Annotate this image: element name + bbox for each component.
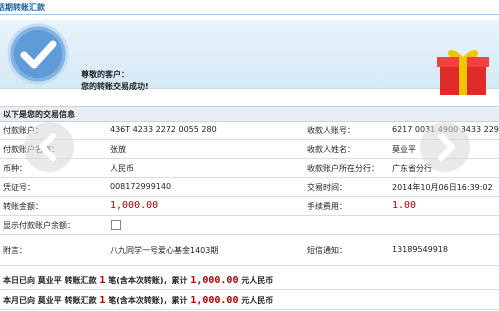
greeting-text: 尊敬的客户： (81, 70, 129, 79)
payer-name-value: 张放 (110, 145, 126, 154)
success-banner: 尊敬的客户： 您的转账交易成功! (0, 20, 499, 95)
currency-value: 人民币 (110, 164, 134, 173)
summary-month-count: 1 (99, 295, 106, 306)
chevron-left-icon (39, 133, 56, 161)
success-message: 您的转账交易成功! (81, 82, 149, 91)
next-button[interactable] (420, 122, 470, 172)
summary-month: 本月已向 莫业平 转账汇款 1 笔(含本次转账)，累计 1,000.00 元人民… (0, 291, 499, 310)
transfer-amount-label: 转账金额： (3, 202, 43, 211)
title-bar: 活期转账汇款 (0, 0, 499, 15)
summary-month-prefix: 本月已向 莫业平 转账汇款 (3, 296, 97, 305)
section-title: 以下是您的交易信息 (3, 110, 75, 119)
summary-today-amount: 1,000.00 (190, 275, 239, 286)
summary-today: 本日已向 莫业平 转账汇款 1 笔(含本次转账)，累计 1,000.00 元人民… (0, 271, 499, 290)
remark-value: 八九同学一号爱心基金1403期 (110, 246, 219, 255)
show-balance-label: 显示付款账户余额： (3, 221, 75, 230)
info-row-balance: 显示付款账户余额： (0, 216, 499, 235)
payee-branch-label: 收款账户所在分行： (307, 164, 379, 173)
voucher-label: 凭证号： (3, 183, 35, 192)
payee-name-value: 莫业平 (392, 145, 416, 154)
transaction-time-label: 交易时间： (307, 183, 347, 192)
summary-today-suffix: 元人民币 (241, 276, 274, 285)
page-title: 活期转账汇款 (0, 3, 45, 12)
info-row-amount: 转账金额： 1,000.00 手续费用： 1.00 (0, 197, 499, 216)
summary-month-text: 本月已向 莫业平 转账汇款 1 笔(含本次转账)，累计 1,000.00 元人民… (3, 295, 273, 306)
info-row-voucher: 凭证号： 008172999140 交易时间： 2014年10月06日16:39… (0, 178, 499, 197)
sms-label: 短信通知： (307, 246, 347, 255)
check-circle-icon (7, 23, 69, 85)
gift-box-icon (437, 50, 489, 95)
info-row-remark: 附言： 八九同学一号爱心基金1403期 短信通知： 13189549918 (0, 235, 499, 266)
sms-value: 13189549918 (392, 245, 448, 254)
fee-value: 1.00 (392, 200, 417, 211)
section-header: 以下是您的交易信息 (0, 106, 499, 122)
summary-today-text: 本日已向 莫业平 转账汇款 1 笔(含本次转账)，累计 1,000.00 元人民… (3, 275, 273, 286)
remark-label: 附言： (3, 246, 27, 255)
voucher-value: 008172999140 (110, 182, 172, 191)
summary-today-mid: 笔(含本次转账)，累计 (108, 276, 188, 285)
payer-account-value: 436T 4233 2272 0055 280 (110, 125, 217, 134)
show-balance-checkbox[interactable] (111, 220, 121, 230)
summary-today-count: 1 (99, 275, 106, 286)
chevron-right-icon (438, 133, 455, 161)
transaction-time-value: 2014年10月06日16:39:02 (392, 183, 493, 192)
prev-button[interactable] (24, 122, 74, 172)
payee-name-label: 收款人姓名： (307, 145, 355, 154)
payee-account-label: 收款人账号： (307, 126, 355, 135)
transfer-amount-value: 1,000.00 (110, 200, 159, 211)
summary-today-prefix: 本日已向 莫业平 转账汇款 (3, 276, 97, 285)
summary-month-suffix: 元人民币 (241, 296, 274, 305)
summary-month-amount: 1,000.00 (190, 295, 239, 306)
summary-month-mid: 笔(含本次转账)，累计 (108, 296, 188, 305)
fee-label: 手续费用： (307, 202, 347, 211)
